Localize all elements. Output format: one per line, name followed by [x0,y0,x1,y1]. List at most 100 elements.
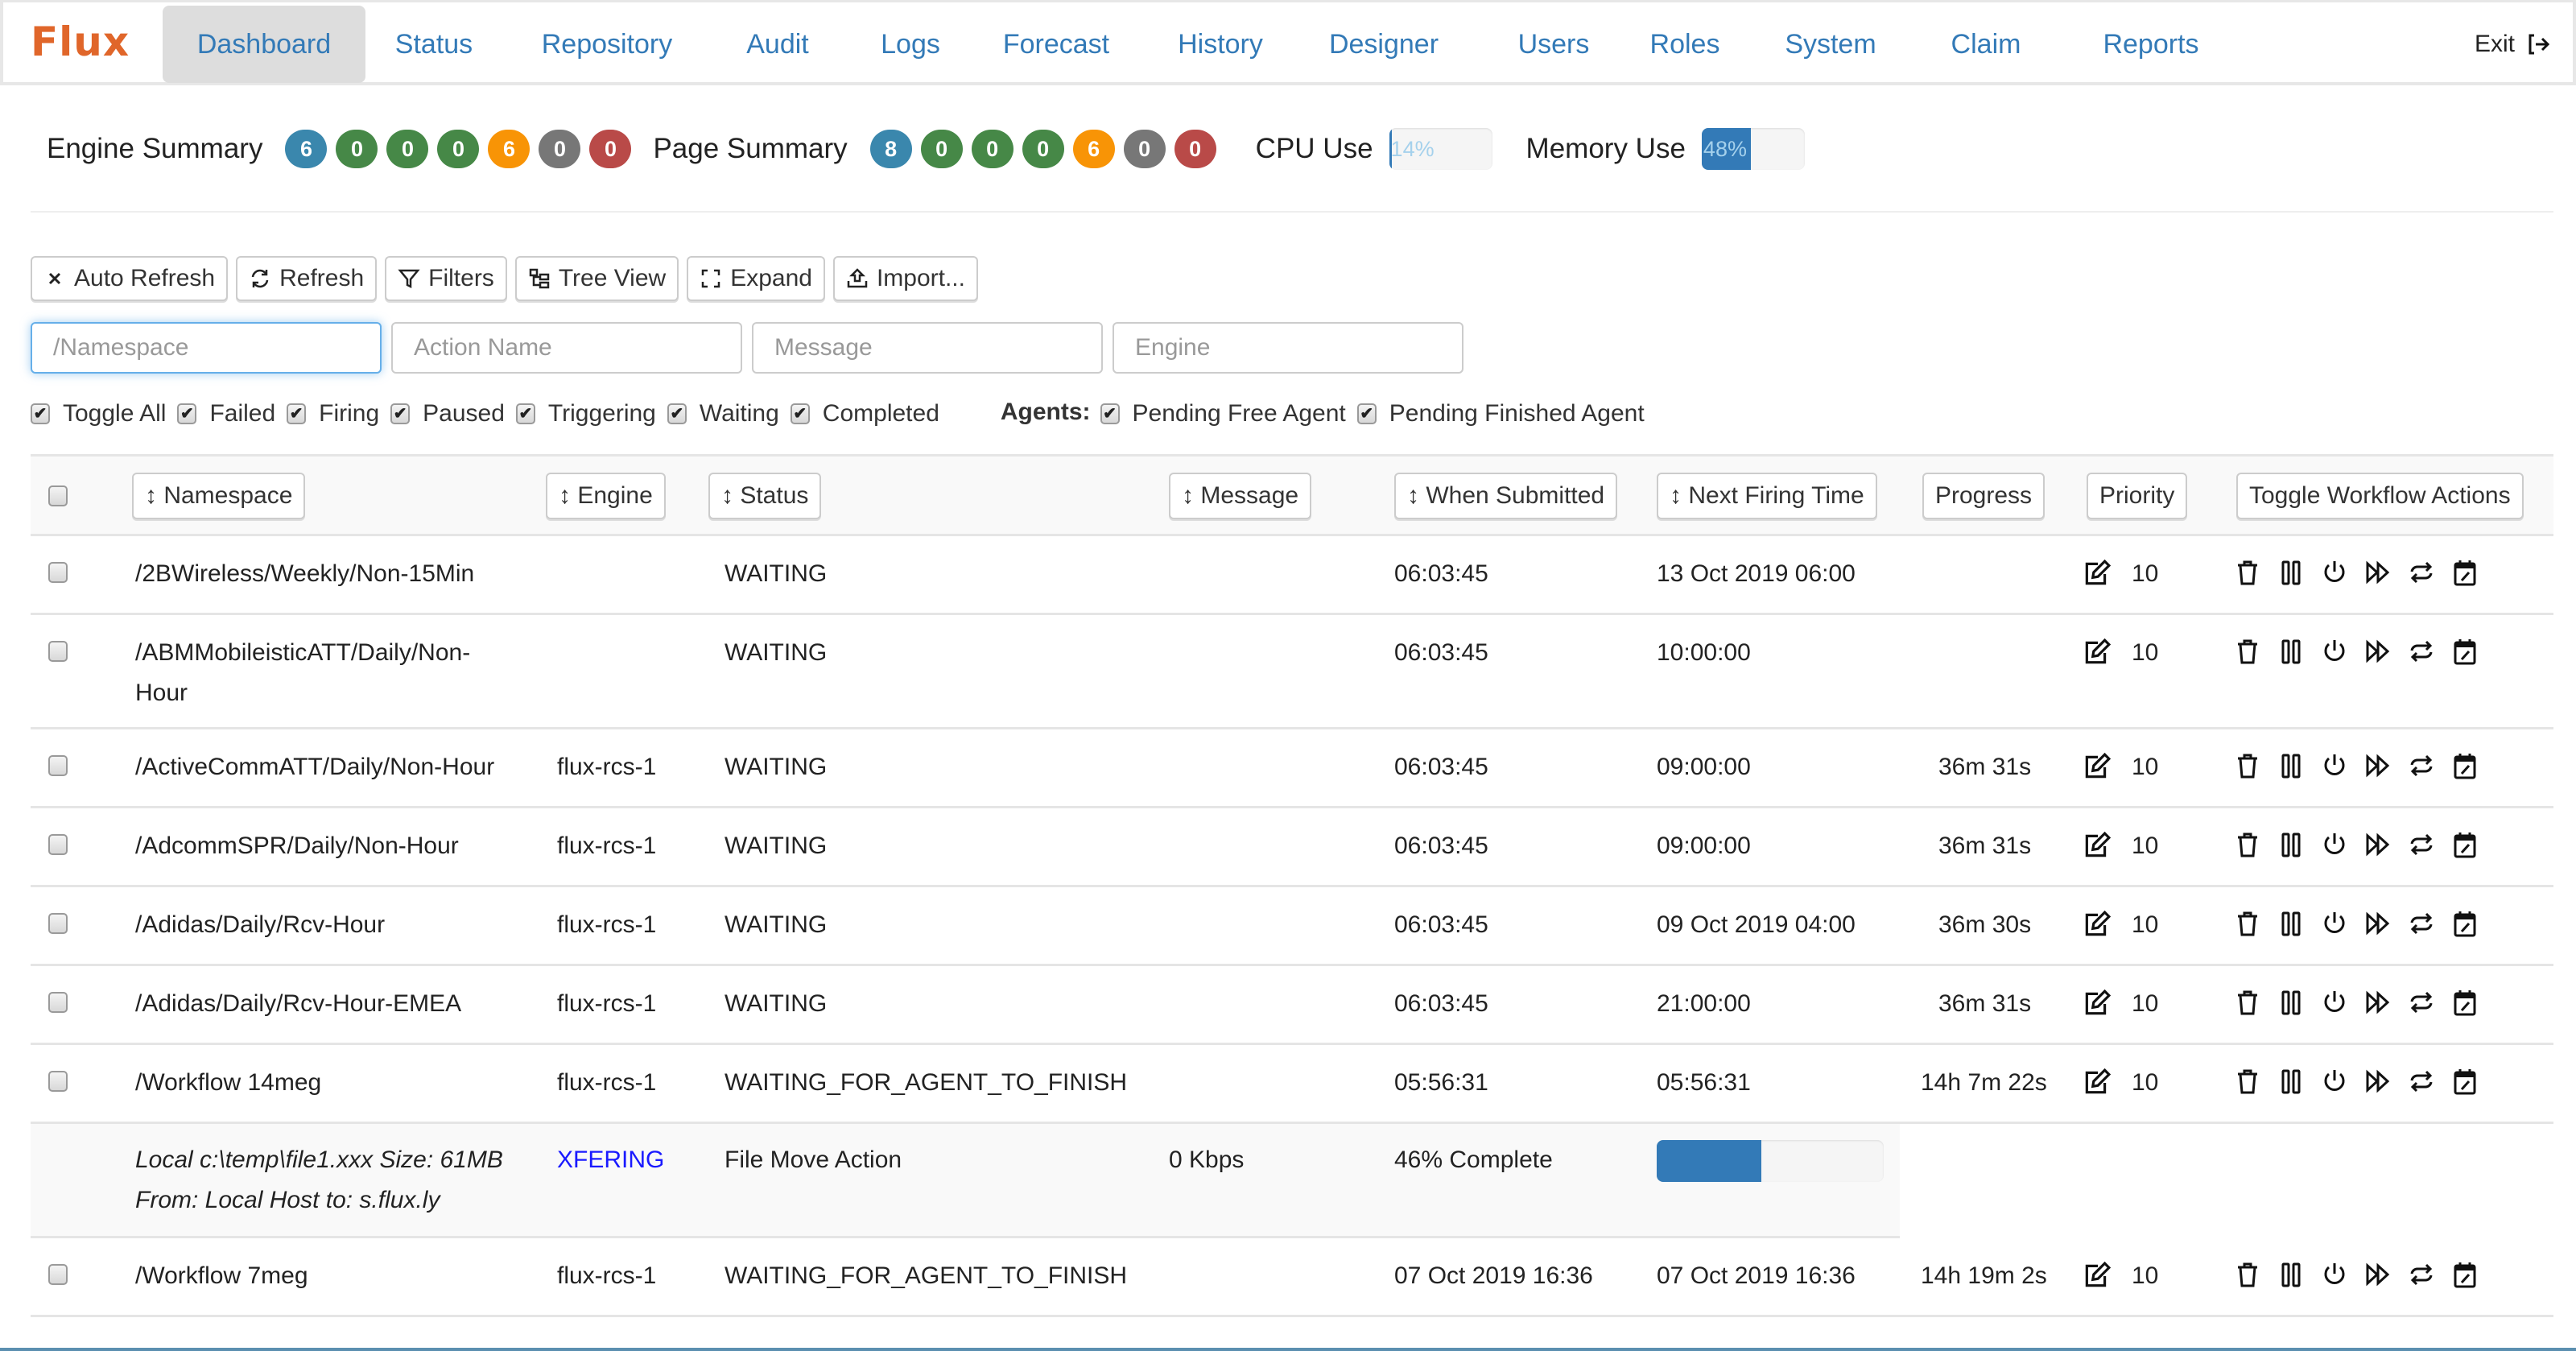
delete-icon[interactable] [2235,1068,2260,1095]
nav-item-status[interactable]: Status [382,6,486,83]
calendar-edit-icon[interactable] [2452,752,2478,779]
filter-toggle-all[interactable]: ✔ Toggle All [31,400,166,428]
delete-icon[interactable] [2235,1261,2260,1288]
pause-icon[interactable] [2278,989,2304,1016]
engine-filter-input[interactable] [1113,322,1463,374]
fast-forward-icon[interactable] [2365,559,2391,586]
table-row[interactable]: ✔ /AdcommSPR/Daily/Non-Hour flux-rcs-1 WAIT… [31,808,2553,887]
edit-priority-button[interactable] [2082,559,2111,588]
nav-item-logs[interactable]: Logs [866,6,955,83]
calendar-edit-icon[interactable] [2452,559,2478,586]
pause-icon[interactable] [2278,559,2304,586]
fast-forward-icon[interactable] [2365,1068,2391,1095]
row-checkbox[interactable]: ✔ [48,641,68,662]
power-icon[interactable] [2322,1068,2347,1095]
auto-refresh-button[interactable]: Auto Refresh [31,256,229,301]
filter-firing[interactable]: ✔ Firing [287,400,379,428]
fast-forward-icon[interactable] [2365,1261,2391,1288]
table-row[interactable]: ✔ /ABMMobileisticATT/Daily/Non-Hour WAITIN… [31,615,2553,729]
edit-priority-button[interactable] [2082,910,2111,939]
filters-button[interactable]: Filters [385,256,507,301]
sort-status-button[interactable]: ↕ Status [708,473,822,519]
calendar-edit-icon[interactable] [2452,1068,2478,1095]
calendar-edit-icon[interactable] [2452,1261,2478,1288]
power-icon[interactable] [2322,638,2347,665]
edit-priority-button[interactable] [2082,752,2111,781]
toggle-workflow-actions-button[interactable]: Toggle Workflow Actions [2236,473,2524,519]
filter-waiting[interactable]: ✔ Waiting [667,400,779,428]
edit-icon[interactable] [2082,989,2111,1018]
table-row[interactable]: ✔ /ActiveCommATT/Daily/Non-Hour flux-rcs-1… [31,729,2553,808]
refresh-button[interactable]: Refresh [236,256,378,301]
delete-icon[interactable] [2235,638,2260,665]
edit-icon[interactable] [2082,559,2111,588]
table-row[interactable]: ✔ /2BWireless/Weekly/Non-15Min WAITING 06:0… [31,536,2553,615]
filter-failed[interactable]: ✔ Failed [177,400,275,428]
repeat-icon[interactable] [2409,1068,2434,1095]
checkbox[interactable]: ✔ [177,403,197,424]
flux-logo[interactable]: Flux [31,14,130,70]
checkbox[interactable]: ✔ [31,403,50,424]
checkbox[interactable]: ✔ [1356,403,1377,424]
expand-button[interactable]: Expand [687,256,825,301]
delete-icon[interactable] [2235,910,2260,937]
checkbox[interactable]: ✔ [515,403,535,424]
edit-priority-button[interactable] [2082,638,2111,667]
filter-paused[interactable]: ✔ Paused [390,400,505,428]
action-name-filter-input[interactable] [391,322,742,374]
calendar-edit-icon[interactable] [2452,638,2478,665]
repeat-icon[interactable] [2409,831,2434,858]
checkbox[interactable]: ✔ [790,403,810,424]
edit-icon[interactable] [2082,638,2111,667]
import-button[interactable]: Import... [832,256,978,301]
fast-forward-icon[interactable] [2365,910,2391,937]
fast-forward-icon[interactable] [2365,752,2391,779]
power-icon[interactable] [2322,989,2347,1016]
calendar-edit-icon[interactable] [2452,831,2478,858]
fast-forward-icon[interactable] [2365,831,2391,858]
edit-icon[interactable] [2082,831,2111,860]
power-icon[interactable] [2322,1261,2347,1288]
repeat-icon[interactable] [2409,989,2434,1016]
nav-item-dashboard[interactable]: Dashboard [163,6,365,83]
edit-priority-button[interactable] [2082,989,2111,1018]
power-icon[interactable] [2322,559,2347,586]
pause-icon[interactable] [2278,1261,2304,1288]
repeat-icon[interactable] [2409,910,2434,937]
nav-item-repository[interactable]: Repository [526,6,687,83]
table-row[interactable]: ✔ /Adidas/Daily/Rcv-Hour-EMEA flux-rcs-1 WA… [31,966,2553,1045]
nav-item-users[interactable]: Users [1513,6,1594,83]
row-checkbox[interactable]: ✔ [48,562,68,583]
fast-forward-icon[interactable] [2365,989,2391,1016]
edit-priority-button[interactable] [2082,1068,2111,1097]
row-checkbox[interactable]: ✔ [48,755,68,776]
nav-item-system[interactable]: System [1774,6,1887,83]
checkbox[interactable]: ✔ [667,403,687,424]
tree-view-button[interactable]: Tree View [514,256,679,301]
delete-icon[interactable] [2235,559,2260,586]
agent-filter-pending-finished-agent[interactable]: ✔ Pending Finished Agent [1356,400,1645,428]
delete-icon[interactable] [2235,752,2260,779]
message-filter-input[interactable] [752,322,1103,374]
nav-item-reports[interactable]: Reports [2095,6,2207,83]
fast-forward-icon[interactable] [2365,638,2391,665]
sort-engine-button[interactable]: ↕ Engine [546,473,666,519]
exit-button[interactable]: Exit [2475,6,2550,83]
progress-header-button[interactable]: Progress [1922,473,2046,519]
edit-icon[interactable] [2082,1068,2111,1097]
edit-icon[interactable] [2082,1261,2111,1290]
repeat-icon[interactable] [2409,559,2434,586]
row-checkbox[interactable]: ✔ [48,1071,68,1092]
checkbox[interactable]: ✔ [390,403,411,424]
power-icon[interactable] [2322,831,2347,858]
edit-priority-button[interactable] [2082,831,2111,860]
nav-item-forecast[interactable]: Forecast [989,6,1124,83]
edit-icon[interactable] [2082,910,2111,939]
repeat-icon[interactable] [2409,638,2434,665]
filter-completed[interactable]: ✔ Completed [790,400,939,428]
row-checkbox[interactable]: ✔ [48,913,68,934]
pause-icon[interactable] [2278,910,2304,937]
sort-message-button[interactable]: ↕ Message [1169,473,1312,519]
pause-icon[interactable] [2278,638,2304,665]
nav-item-audit[interactable]: Audit [729,6,826,83]
